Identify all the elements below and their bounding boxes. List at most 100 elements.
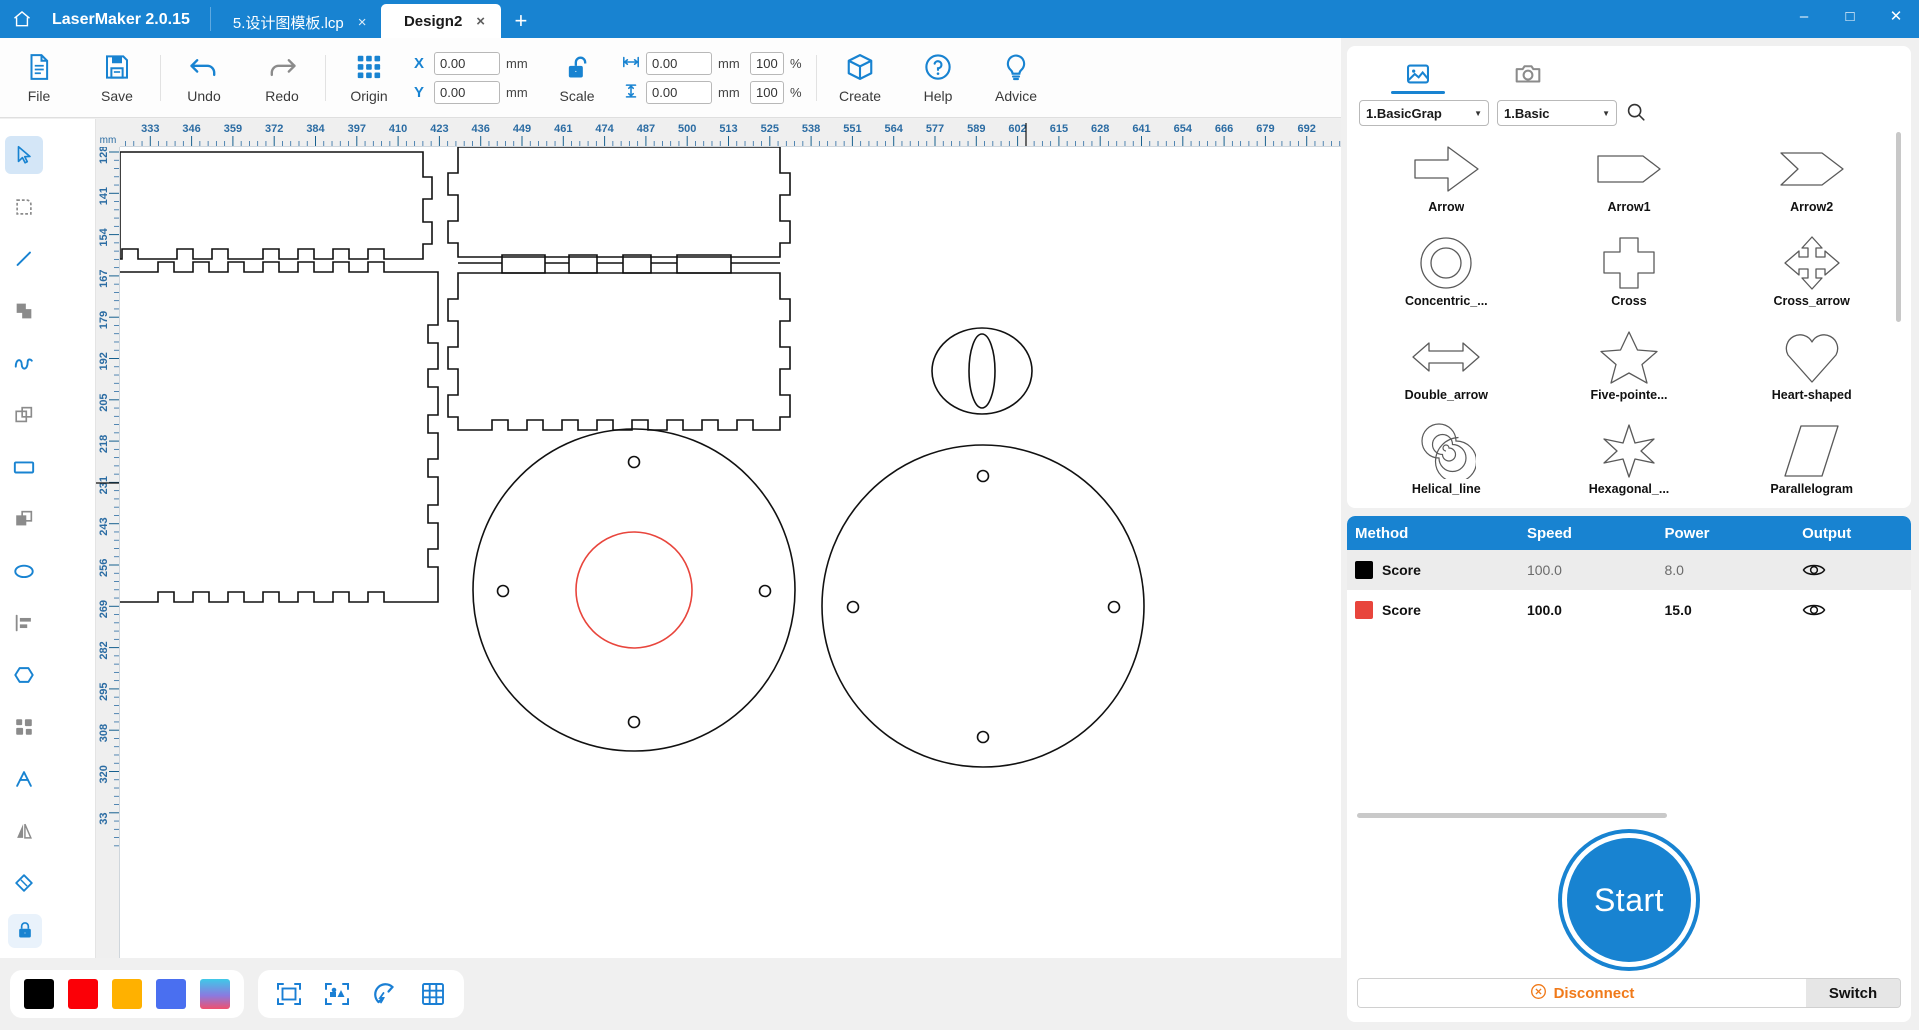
power-value[interactable]: 8.0 — [1657, 562, 1795, 578]
shape-item-five-pointed-star[interactable]: Five-pointe... — [1538, 320, 1721, 414]
vertical-ruler[interactable]: 128 141 154 167 179 192 205 218 231 243 256 269 282 2… — [96, 147, 120, 958]
magnet-snap-icon[interactable] — [368, 977, 402, 1011]
panel-left-upper — [120, 151, 433, 260]
ellipse-tool[interactable] — [0, 545, 48, 597]
polygon-tool[interactable] — [0, 649, 48, 701]
switch-button[interactable]: Switch — [1806, 979, 1900, 1007]
union-tool[interactable] — [0, 285, 48, 337]
tab-design-template[interactable]: 5.设计图模板.lcp × — [211, 6, 381, 38]
start-button[interactable]: Start — [1567, 838, 1691, 962]
mirror-tool[interactable] — [0, 805, 48, 857]
height-input[interactable]: 0.00 — [646, 80, 712, 104]
scale-lock-button[interactable]: Scale — [538, 39, 616, 117]
shape-item-helical-line[interactable]: Helical_line — [1355, 414, 1538, 504]
array-tool[interactable] — [0, 701, 48, 753]
close-window-button[interactable]: ✕ — [1873, 0, 1919, 32]
width-percent-input[interactable]: 100 — [750, 51, 784, 75]
file-button[interactable]: File — [0, 39, 78, 117]
curve-tool[interactable] — [0, 337, 48, 389]
svg-text:666: 666 — [1215, 123, 1233, 135]
redo-button[interactable]: Redo — [243, 39, 321, 117]
layer-color-swatch[interactable] — [1355, 561, 1373, 579]
color-swatch-gradient[interactable] — [200, 979, 230, 1009]
horizontal-ruler[interactable]: 3203333463593723843974104234364494614744… — [96, 119, 1341, 147]
select-tool[interactable] — [0, 129, 48, 181]
tab-design2[interactable]: Design2 × — [380, 4, 501, 38]
node-edit-tool[interactable] — [0, 181, 48, 233]
color-swatch-orange[interactable] — [112, 979, 142, 1009]
method-table-scrollbar[interactable] — [1357, 813, 1668, 818]
align-tool[interactable] — [0, 597, 48, 649]
category-value: 1.BasicGrap — [1366, 105, 1442, 121]
method-name: Score — [1382, 562, 1421, 578]
color-swatch-red[interactable] — [68, 979, 98, 1009]
minimize-button[interactable]: – — [1781, 0, 1827, 32]
home-icon[interactable] — [0, 0, 44, 38]
x-label: X — [414, 54, 425, 72]
category-select[interactable]: 1.BasicGrap ▼ — [1359, 100, 1489, 126]
double-arrow-shape-icon — [1410, 326, 1482, 388]
table-row[interactable]: Score 100.0 8.0 — [1347, 550, 1911, 590]
eraser-tool[interactable] — [0, 857, 48, 909]
width-input[interactable]: 0.00 — [646, 51, 712, 75]
shape-item-cross-arrow[interactable]: Cross_arrow — [1720, 226, 1903, 320]
y-input[interactable]: 0.00 — [434, 80, 500, 104]
lock-toggle[interactable] — [8, 914, 42, 948]
maximize-button[interactable]: □ — [1827, 0, 1873, 32]
camera-tab[interactable] — [1473, 54, 1583, 94]
output-toggle[interactable] — [1794, 601, 1911, 619]
rectangle-tool[interactable] — [0, 441, 48, 493]
shape-item-heart[interactable]: Heart-shaped — [1720, 320, 1903, 414]
origin-button[interactable]: Origin — [330, 39, 408, 117]
search-icon[interactable] — [1625, 101, 1647, 126]
grid-icon[interactable] — [416, 977, 450, 1011]
drawing-sheet[interactable] — [120, 147, 1341, 958]
shape-item-arrow1[interactable]: Arrow1 — [1538, 132, 1721, 226]
color-swatch-black[interactable] — [24, 979, 54, 1009]
new-tab-button[interactable]: + — [501, 10, 542, 38]
shape-item-arrow[interactable]: Arrow — [1355, 132, 1538, 226]
disconnect-button[interactable]: Disconnect — [1358, 979, 1806, 1007]
design-canvas[interactable]: 320 333 346 359 372 384 397 410 423 436 449 461 474 4… — [96, 119, 1341, 958]
intersect-tool[interactable] — [0, 493, 48, 545]
close-icon[interactable]: × — [476, 14, 485, 29]
undo-button[interactable]: Undo — [165, 39, 243, 117]
x-input[interactable]: 0.00 — [434, 51, 500, 75]
advice-label: Advice — [994, 87, 1038, 104]
shape-item-cross[interactable]: Cross — [1538, 226, 1721, 320]
select-all-icon[interactable] — [320, 977, 354, 1011]
canvas-tools — [258, 970, 464, 1018]
save-button[interactable]: Save — [78, 39, 156, 117]
shape-item-hexagonal-star[interactable]: Hexagonal_... — [1538, 414, 1721, 504]
shape-label: Arrow2 — [1790, 200, 1834, 214]
create-button[interactable]: Create — [821, 39, 899, 117]
output-toggle[interactable] — [1794, 561, 1911, 579]
shape-item-concentric[interactable]: Concentric_... — [1355, 226, 1538, 320]
graphics-library-tab[interactable] — [1363, 54, 1473, 94]
app-title: LaserMaker 2.0.15 — [52, 11, 190, 28]
speed-value[interactable]: 100.0 — [1519, 602, 1657, 618]
svg-text:218: 218 — [98, 435, 110, 453]
shape-item-double-arrow[interactable]: Double_arrow — [1355, 320, 1538, 414]
svg-text:654: 654 — [1174, 123, 1193, 135]
lock-icon — [15, 920, 35, 943]
shape-item-arrow2[interactable]: Arrow2 — [1720, 132, 1903, 226]
text-tool[interactable] — [0, 753, 48, 805]
color-swatch-blue[interactable] — [156, 979, 186, 1009]
lightbulb-icon — [1001, 52, 1031, 85]
power-value[interactable]: 15.0 — [1657, 602, 1795, 618]
shape-item-parallelogram[interactable]: Parallelogram — [1720, 414, 1903, 504]
line-tool[interactable] — [0, 233, 48, 285]
advice-button[interactable]: Advice — [977, 39, 1055, 117]
help-button[interactable]: Help — [899, 39, 977, 117]
library-scrollbar[interactable] — [1896, 132, 1901, 322]
fit-frame-icon[interactable] — [272, 977, 306, 1011]
svg-text:525: 525 — [761, 123, 779, 135]
speed-value[interactable]: 100.0 — [1519, 562, 1657, 578]
layer-color-swatch[interactable] — [1355, 601, 1373, 619]
subcategory-select[interactable]: 1.Basic ▼ — [1497, 100, 1617, 126]
subtract-tool[interactable] — [0, 389, 48, 441]
height-percent-input[interactable]: 100 — [750, 80, 784, 104]
table-row[interactable]: Score 100.0 15.0 — [1347, 590, 1911, 630]
close-icon[interactable]: × — [358, 15, 367, 30]
